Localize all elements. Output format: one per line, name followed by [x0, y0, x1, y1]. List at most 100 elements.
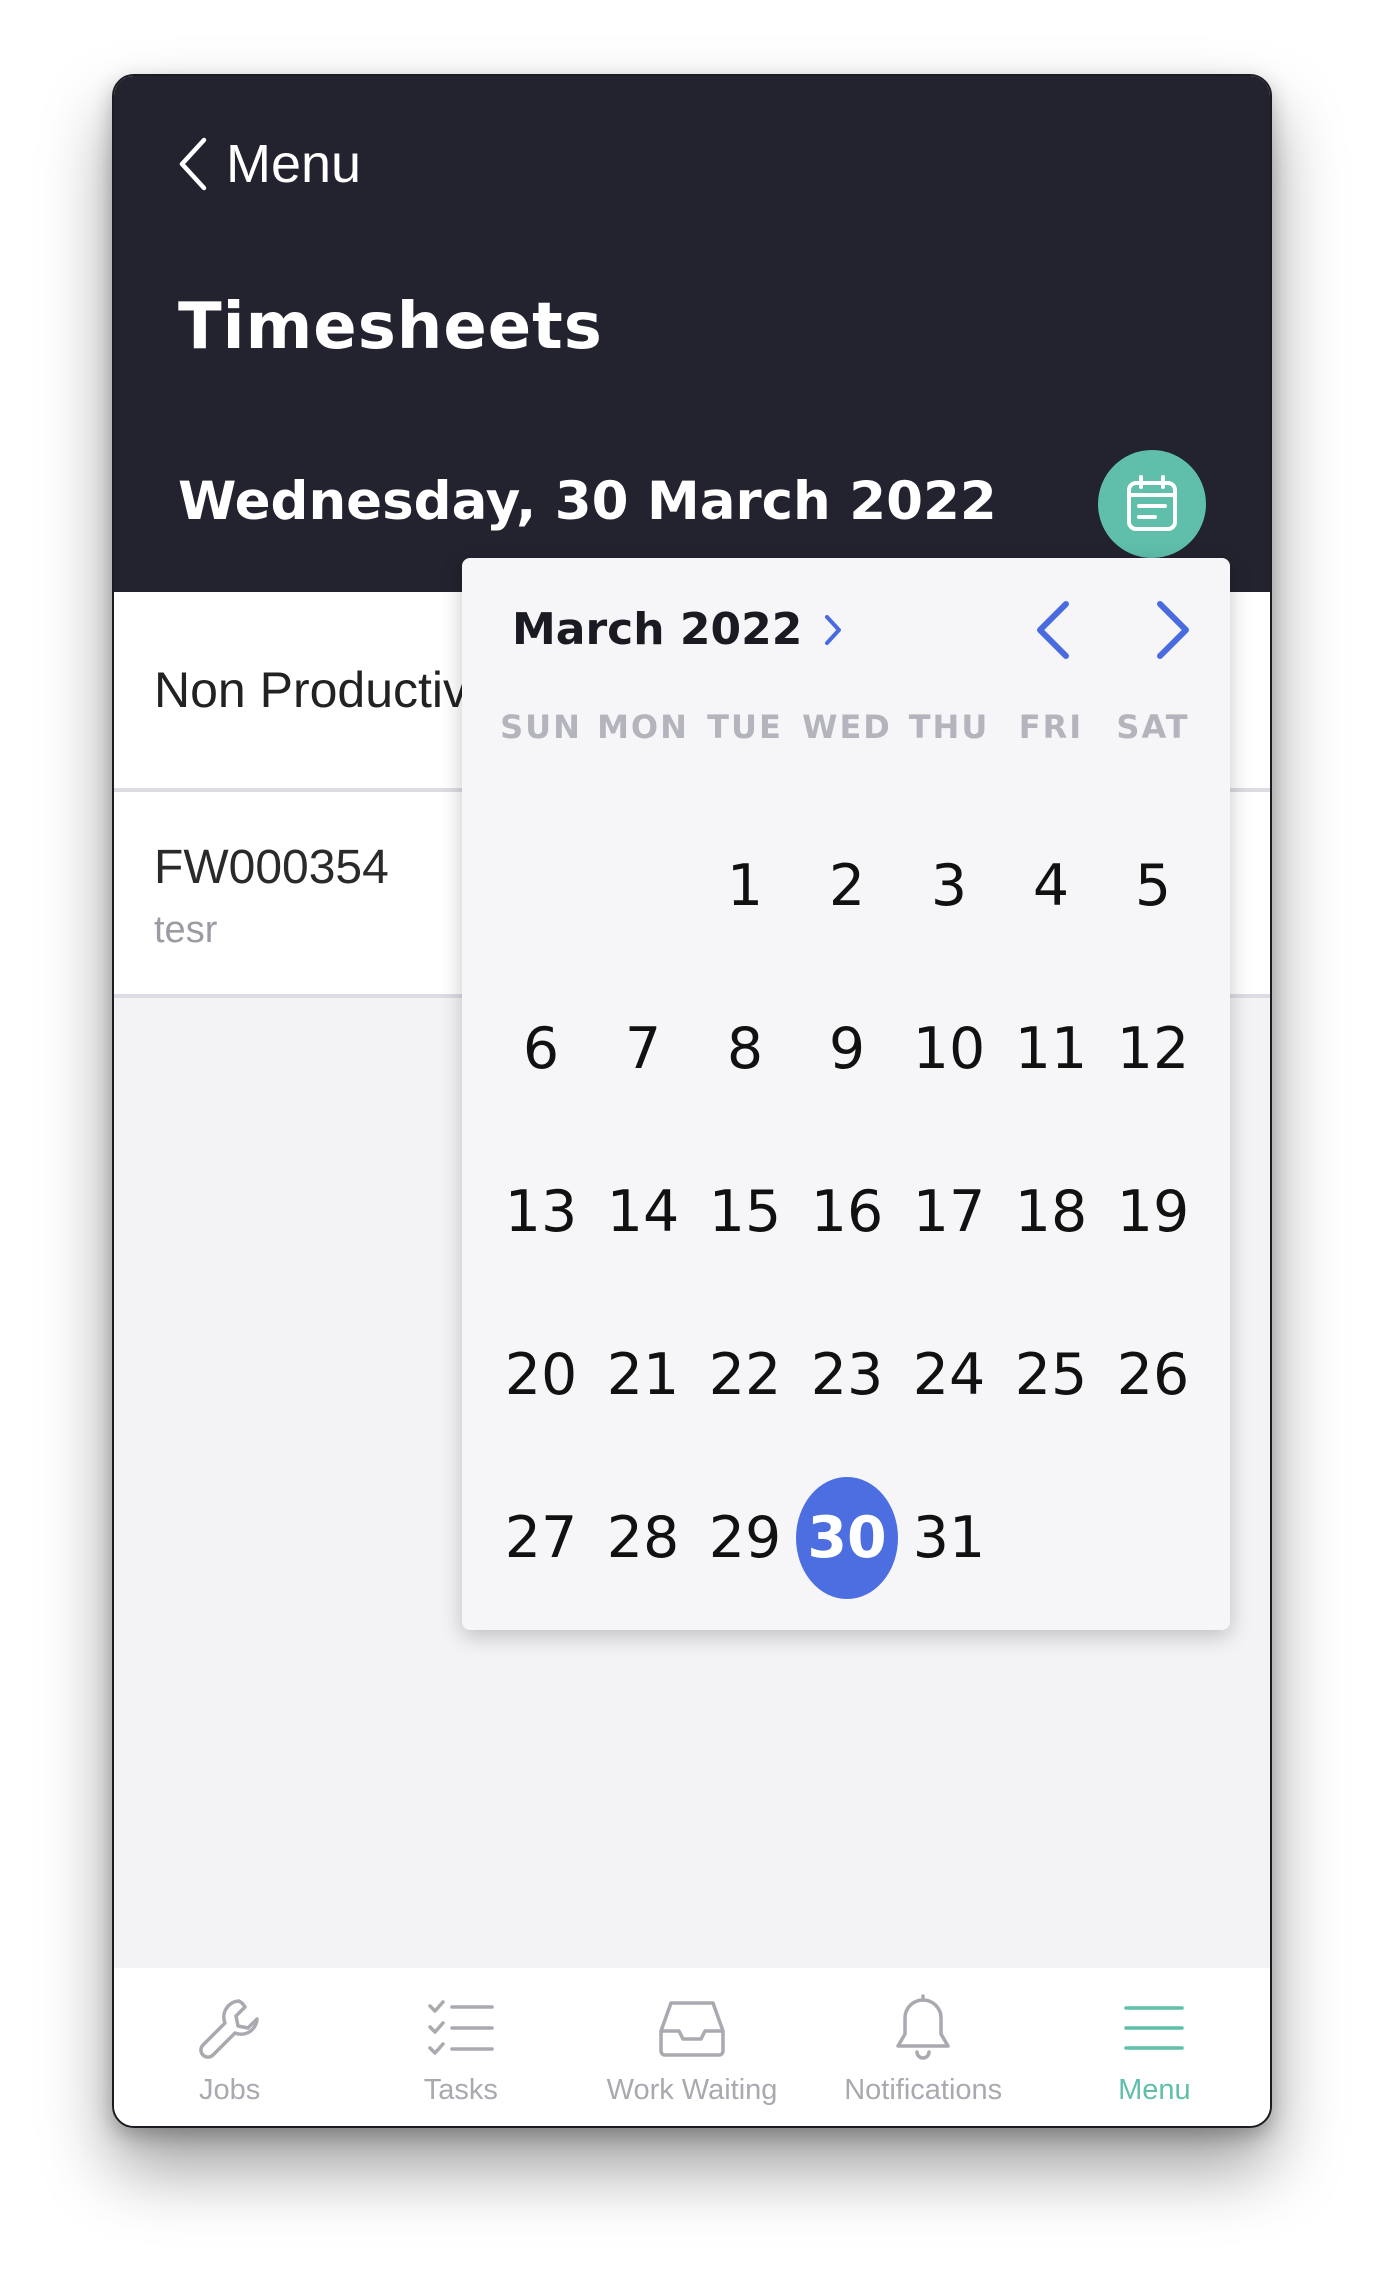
day-cell[interactable]: 19: [1102, 1151, 1204, 1273]
day-number: 14: [606, 1178, 680, 1245]
day-cell[interactable]: 16: [796, 1151, 898, 1273]
weekday-label: WED: [802, 708, 892, 746]
day-cell[interactable]: 3: [898, 825, 1000, 947]
day-number: 2: [828, 852, 866, 919]
month-label: March 2022: [512, 604, 803, 655]
day-number: 13: [504, 1178, 578, 1245]
tab-menu[interactable]: Menu: [1039, 1968, 1270, 2126]
tab-bar: Jobs Tasks Work Waiting Notifications Me…: [114, 1968, 1270, 2126]
day-cell[interactable]: 28: [592, 1477, 694, 1599]
chevron-right-icon: [825, 614, 842, 645]
day-cell[interactable]: 29: [694, 1477, 796, 1599]
month-year-selector[interactable]: March 2022: [512, 604, 842, 655]
day-cell[interactable]: 7: [592, 988, 694, 1110]
tab-label: Work Waiting: [606, 2074, 778, 2106]
day-cell[interactable]: 14: [592, 1151, 694, 1273]
day-number: 25: [1014, 1341, 1088, 1408]
day-cell[interactable]: 27: [490, 1477, 592, 1599]
day-cell[interactable]: 20: [490, 1314, 592, 1436]
inbox-tray-icon: [659, 2001, 725, 2057]
tab-label: Jobs: [198, 2074, 261, 2106]
day-number: 22: [708, 1341, 782, 1408]
chevron-right-icon: [1157, 601, 1189, 659]
day-cell[interactable]: 31: [898, 1477, 1000, 1599]
tab-jobs[interactable]: Jobs: [114, 1968, 345, 2126]
day-cell[interactable]: 8: [694, 988, 796, 1110]
day-number: 16: [810, 1178, 884, 1245]
day-number: 26: [1116, 1341, 1190, 1408]
day-cell[interactable]: 5: [1102, 825, 1204, 947]
day-number: 3: [930, 852, 968, 919]
day-number: 20: [504, 1341, 578, 1408]
day-number: 30: [796, 1476, 898, 1599]
page-title: Timesheets: [178, 290, 603, 364]
day-cell[interactable]: 18: [1000, 1151, 1102, 1273]
calendar-grid: 1 2 3 4 5 6 7 8 9 10 11 12 13 14 15 16 17 18 19 20 21 22 23 24 2…: [490, 804, 1204, 1619]
day-cell[interactable]: 1: [694, 825, 796, 947]
day-number: 5: [1134, 852, 1172, 919]
weekday-header: SUN MON TUE WED THU FRI SAT: [490, 708, 1204, 746]
selected-date-heading: Wednesday, 30 March 2022: [178, 471, 997, 532]
day-number: 17: [912, 1178, 986, 1245]
day-number: 19: [1116, 1178, 1190, 1245]
tab-label: Menu: [1118, 2074, 1191, 2106]
tab-notifications[interactable]: Notifications: [808, 1968, 1039, 2126]
day-cell[interactable]: 11: [1000, 988, 1102, 1110]
phone-screen: Menu Timesheets Wednesday, 30 March 2022…: [112, 74, 1272, 2128]
day-cell[interactable]: 26: [1102, 1314, 1204, 1436]
day-cell[interactable]: 21: [592, 1314, 694, 1436]
day-cell[interactable]: 23: [796, 1314, 898, 1436]
weekday-label: SAT: [1116, 708, 1190, 746]
day-cell[interactable]: 2: [796, 825, 898, 947]
day-number: 29: [708, 1504, 782, 1571]
day-number: 11: [1014, 1015, 1088, 1082]
day-number: 18: [1014, 1178, 1088, 1245]
empty-day-cell: [490, 825, 592, 947]
day-cell[interactable]: 25: [1000, 1314, 1102, 1436]
day-number: 23: [810, 1341, 884, 1408]
weekday-label: MON: [597, 708, 689, 746]
day-cell[interactable]: 12: [1102, 988, 1204, 1110]
tab-label: Tasks: [423, 2074, 498, 2106]
list-item-label: Non Productive: [154, 662, 496, 718]
day-number: 27: [504, 1504, 578, 1571]
day-number: 21: [606, 1341, 680, 1408]
selected-day-cell[interactable]: 30: [796, 1476, 898, 1599]
checklist-icon: [428, 2000, 494, 2055]
weekday-label: SUN: [500, 708, 582, 746]
tab-label: Notifications: [844, 2074, 1003, 2106]
next-month-button[interactable]: [1150, 598, 1194, 666]
chevron-left-icon: [1037, 601, 1069, 659]
previous-month-button[interactable]: [1032, 598, 1076, 666]
day-number: 7: [624, 1015, 662, 1082]
calendar-week-row: 12345: [490, 804, 1204, 967]
back-button[interactable]: Menu: [178, 124, 361, 204]
wrench-icon: [198, 1999, 259, 2059]
day-cell[interactable]: 17: [898, 1151, 1000, 1273]
day-number: 1: [726, 852, 764, 919]
weekday-label: FRI: [1018, 708, 1084, 746]
day-cell[interactable]: 4: [1000, 825, 1102, 947]
day-number: 31: [912, 1504, 986, 1571]
day-number: 15: [708, 1178, 782, 1245]
day-number: 4: [1032, 852, 1070, 919]
calendar-button[interactable]: [1098, 450, 1206, 558]
day-cell[interactable]: 13: [490, 1151, 592, 1273]
tab-work-waiting[interactable]: Work Waiting: [576, 1968, 807, 2126]
empty-day-cell: [1102, 1477, 1204, 1599]
day-cell[interactable]: 10: [898, 988, 1000, 1110]
day-number: 24: [912, 1341, 986, 1408]
header: Menu Timesheets Wednesday, 30 March 2022: [114, 76, 1270, 592]
calendar-week-row: 27 28 29 30 31: [490, 1456, 1204, 1619]
day-cell[interactable]: 15: [694, 1151, 796, 1273]
weekday-label: TUE: [707, 708, 783, 746]
day-cell[interactable]: 22: [694, 1314, 796, 1436]
bell-icon: [896, 1994, 950, 2060]
day-cell[interactable]: 6: [490, 988, 592, 1110]
tab-tasks[interactable]: Tasks: [345, 1968, 576, 2126]
calendar-week-row: 13 14 15 16 17 18 19: [490, 1130, 1204, 1293]
day-cell[interactable]: 24: [898, 1314, 1000, 1436]
back-label: Menu: [226, 134, 362, 194]
day-number: 28: [606, 1504, 680, 1571]
day-cell[interactable]: 9: [796, 988, 898, 1110]
